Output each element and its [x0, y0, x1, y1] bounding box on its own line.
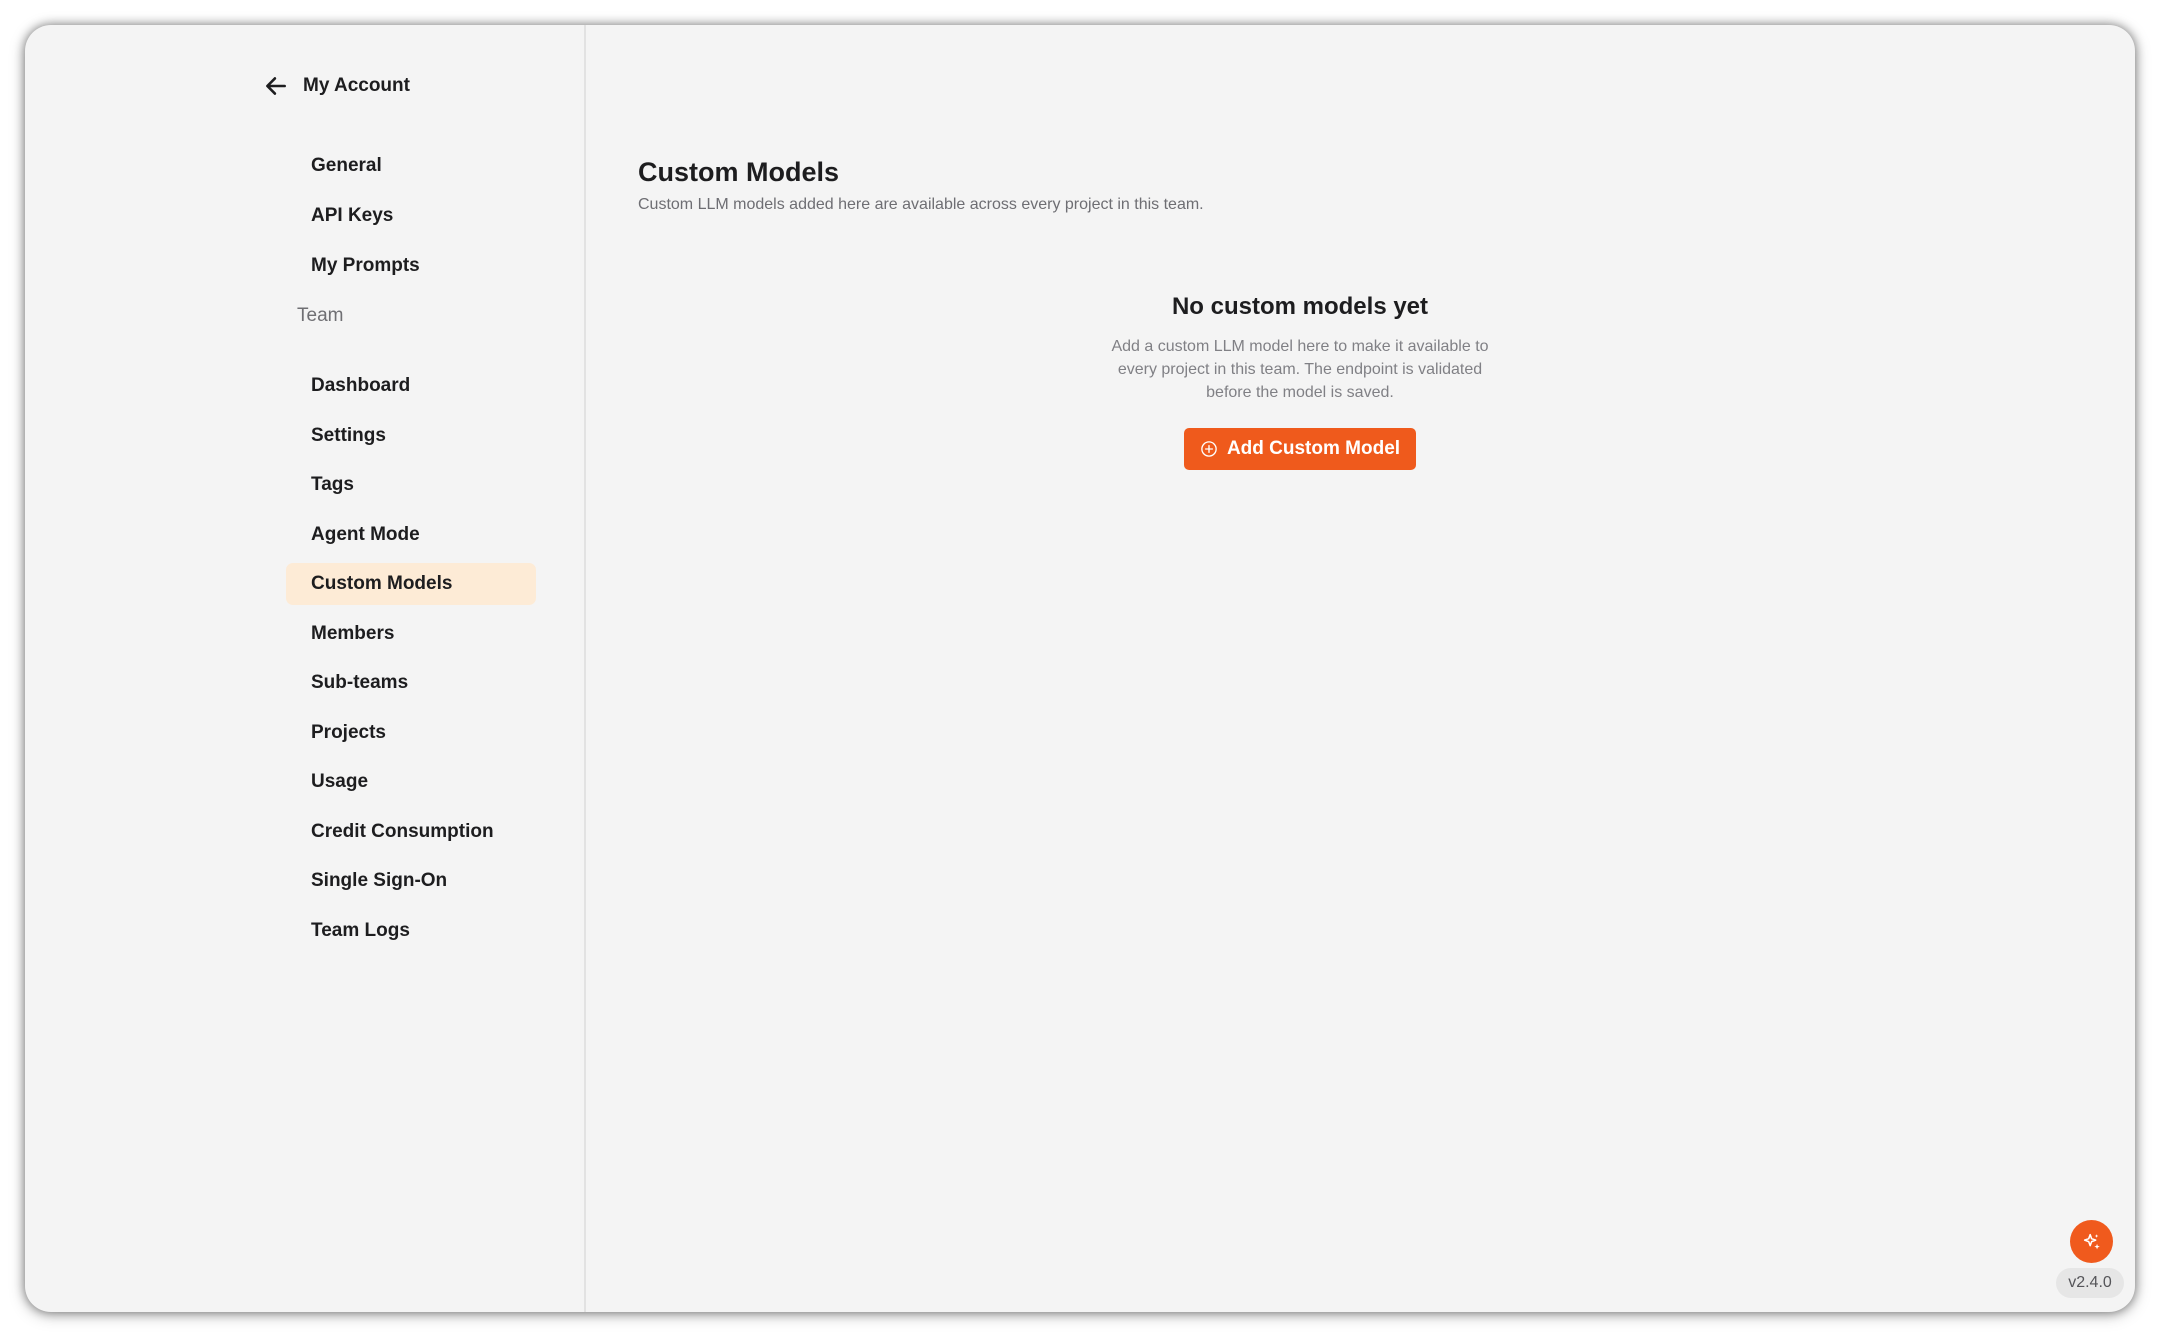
- sidebar-item-label: Projects: [311, 722, 386, 743]
- assistant-button[interactable]: [2070, 1220, 2113, 1263]
- sidebar-item-team-logs[interactable]: Team Logs: [286, 910, 536, 952]
- back-to-my-account-link[interactable]: My Account: [263, 73, 410, 99]
- sparkle-icon: [2083, 1233, 2100, 1249]
- sidebar-item-my-prompts[interactable]: My Prompts: [286, 245, 536, 287]
- sidebar: General API Keys My Prompts Team Dashboa…: [260, 25, 586, 1312]
- sidebar-item-credit-consumption[interactable]: Credit Consumption: [286, 811, 536, 853]
- arrow-left-icon: [266, 77, 286, 95]
- page-subtitle: Custom LLM models added here are availab…: [638, 196, 1204, 213]
- sidebar-item-api-keys[interactable]: API Keys: [286, 195, 536, 237]
- sidebar-item-label: General: [311, 155, 382, 176]
- sidebar-item-label: Sub-teams: [311, 672, 409, 693]
- sidebar-item-label: Team Logs: [311, 920, 410, 941]
- sidebar-item-general[interactable]: General: [286, 145, 536, 187]
- sidebar-item-label: Members: [311, 623, 395, 644]
- sidebar-item-agent-mode[interactable]: Agent Mode: [286, 514, 536, 556]
- sidebar-item-label: Credit Consumption: [311, 821, 494, 842]
- sidebar-item-label: Single Sign-On: [311, 870, 448, 891]
- sidebar-item-dashboard[interactable]: Dashboard: [286, 365, 536, 407]
- sidebar-item-label: API Keys: [311, 205, 394, 226]
- sidebar-item-label: Usage: [311, 771, 369, 792]
- add-custom-model-label: Add Custom Model: [1226, 438, 1401, 459]
- sidebar-item-label: Tags: [311, 474, 354, 495]
- sidebar-item-usage[interactable]: Usage: [286, 761, 536, 803]
- sidebar-item-label: Dashboard: [311, 375, 411, 396]
- sidebar-item-tags[interactable]: Tags: [286, 464, 536, 506]
- empty-state: No custom models yet Add a custom LLM mo…: [1075, 293, 1525, 470]
- add-custom-model-button[interactable]: Add Custom Model: [1183, 428, 1417, 470]
- sidebar-item-single-sign-on[interactable]: Single Sign-On: [286, 860, 536, 902]
- app-window: General API Keys My Prompts Team Dashboa…: [25, 25, 2135, 1312]
- sidebar-item-sub-teams[interactable]: Sub-teams: [286, 662, 536, 704]
- page-title: Custom Models: [638, 157, 840, 187]
- version-badge: v2.4.0: [2056, 1268, 2124, 1298]
- sidebar-item-projects[interactable]: Projects: [286, 712, 536, 754]
- sidebar-item-settings[interactable]: Settings: [286, 415, 536, 457]
- sidebar-section-team: Team: [297, 305, 344, 326]
- sidebar-item-members[interactable]: Members: [286, 613, 536, 655]
- sidebar-item-custom-models[interactable]: Custom Models: [286, 563, 536, 605]
- empty-state-title: No custom models yet: [1171, 293, 1429, 320]
- plus-circle-icon: [1201, 441, 1217, 457]
- sidebar-item-label: Settings: [311, 425, 386, 446]
- sidebar-item-label: My Prompts: [311, 255, 420, 276]
- empty-state-description: Add a custom LLM model here to make it a…: [1111, 338, 1489, 401]
- sidebar-item-label: Custom Models: [311, 573, 453, 594]
- back-link-label: My Account: [303, 75, 410, 96]
- sidebar-item-label: Agent Mode: [311, 524, 420, 545]
